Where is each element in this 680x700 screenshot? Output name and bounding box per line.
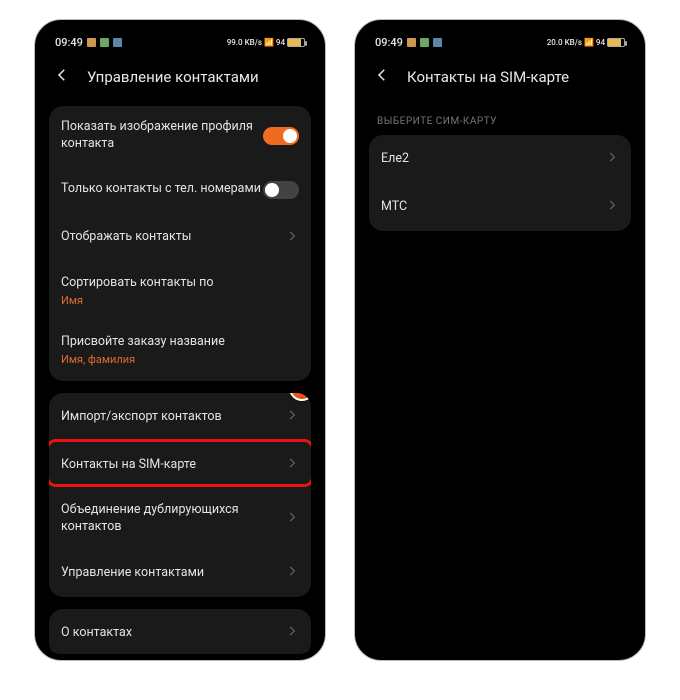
toggle-only-phone[interactable]: [263, 181, 299, 199]
battery-icon: [287, 38, 305, 47]
status-icon: [420, 38, 429, 47]
row-label: Присвойте заказу название Имя, фамилия: [61, 334, 299, 368]
status-icon: [433, 38, 442, 47]
sim-card-list: Еле2 МТС 2: [369, 135, 631, 231]
row-name-order[interactable]: Присвойте заказу название Имя, фамилия: [49, 321, 311, 381]
row-display-contacts[interactable]: Отображать контакты: [49, 214, 311, 262]
status-icon: [100, 38, 109, 47]
screen-title: Управление контактами: [87, 68, 259, 86]
row-sort-contacts[interactable]: Сортировать контакты по Имя: [49, 262, 311, 322]
annotation-highlight-1: [49, 439, 311, 487]
row-label: Управление контактами: [61, 565, 285, 582]
row-label: Отображать контакты: [61, 229, 285, 246]
phone-right-sim-contacts: 09:49 20.0 KB/s 📶 94 Контакты на SIM-кар…: [355, 20, 645, 660]
back-arrow-icon[interactable]: [373, 66, 391, 88]
settings-group-about: О контактах: [49, 609, 311, 657]
status-net: 20.0 KB/s: [547, 38, 582, 47]
status-icon: [87, 38, 96, 47]
toggle-show-image[interactable]: [263, 127, 299, 145]
row-manage-contacts[interactable]: Управление контактами: [49, 549, 311, 597]
screen-header: Контакты на SIM-карте: [361, 52, 639, 106]
row-label: Объединение дублирующихся контактов: [61, 502, 285, 536]
screen-header: Управление контактами: [41, 52, 319, 106]
chevron-right-icon: [285, 510, 299, 528]
status-batt: 94: [276, 38, 285, 47]
row-label: Показать изображение профиля контакта: [61, 119, 263, 153]
row-label: О контактах: [61, 625, 285, 642]
screen-title: Контакты на SIM-карте: [407, 68, 569, 86]
chevron-right-icon: [285, 408, 299, 426]
row-about-contacts[interactable]: О контактах: [49, 609, 311, 657]
chevron-right-icon: [285, 229, 299, 247]
settings-group-display: Показать изображение профиля контакта То…: [49, 106, 311, 381]
status-bar: 09:49 20.0 KB/s 📶 94: [361, 26, 639, 52]
status-icon: [113, 38, 122, 47]
phone-left-manage-contacts: 09:49 99.0 KB/s 📶 94 Управление контакта…: [35, 20, 325, 660]
status-time: 09:49: [55, 36, 83, 49]
back-arrow-icon[interactable]: [53, 66, 71, 88]
row-label: Только контакты с тел. номерами: [61, 181, 263, 198]
row-label: Импорт/экспорт контактов: [61, 409, 285, 426]
row-sublabel: Имя: [61, 294, 299, 309]
row-sublabel: Имя, фамилия: [61, 353, 299, 368]
chevron-right-icon: [285, 564, 299, 582]
status-net: 99.0 KB/s: [227, 38, 262, 47]
battery-icon: [607, 38, 625, 47]
row-only-phone-numbers[interactable]: Только контакты с тел. номерами: [49, 166, 311, 214]
signal-icon: 📶: [264, 38, 274, 47]
row-import-export[interactable]: Импорт/экспорт контактов: [49, 393, 311, 441]
status-icon: [407, 38, 416, 47]
annotation-highlight-2: [369, 135, 631, 231]
status-time: 09:49: [375, 36, 403, 49]
status-batt: 94: [596, 38, 605, 47]
settings-group-manage: Импорт/экспорт контактов Контакты на SIM…: [49, 393, 311, 597]
section-caption-select-sim: ВЫБЕРИТЕ СИМ-КАРТУ: [361, 106, 639, 135]
row-label: Сортировать контакты по Имя: [61, 275, 299, 309]
signal-icon: 📶: [584, 38, 594, 47]
row-merge-duplicates[interactable]: Объединение дублирующихся контактов: [49, 489, 311, 549]
status-bar: 09:49 99.0 KB/s 📶 94: [41, 26, 319, 52]
row-show-profile-image[interactable]: Показать изображение профиля контакта: [49, 106, 311, 166]
chevron-right-icon: [285, 624, 299, 642]
